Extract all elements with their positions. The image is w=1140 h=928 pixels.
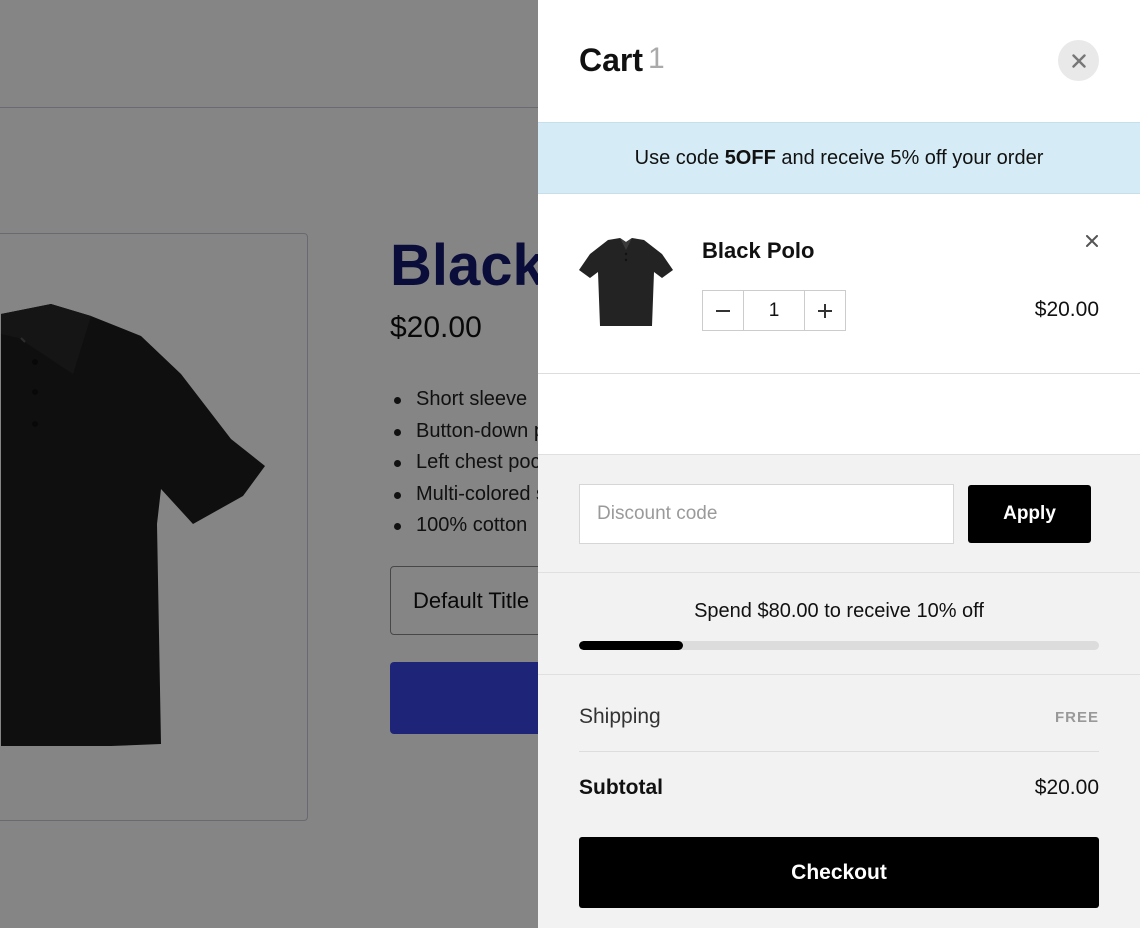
minus-icon <box>716 309 730 312</box>
apply-discount-button[interactable]: Apply <box>968 485 1091 543</box>
discount-code-input[interactable] <box>579 484 954 544</box>
discount-progress-message: Spend $80.00 to receive 10% off <box>694 600 984 622</box>
cart-header: Cart 1 <box>538 0 1140 122</box>
divider <box>579 751 1099 752</box>
close-icon <box>1071 53 1086 68</box>
discount-progress-fill <box>579 641 683 650</box>
close-cart-button[interactable] <box>1058 40 1099 81</box>
promo-text-prefix: Use code <box>634 147 725 169</box>
shipping-label: Shipping <box>579 705 661 728</box>
divider <box>538 674 1140 675</box>
checkout-button[interactable]: Checkout <box>579 837 1099 908</box>
cart-footer: Apply Spend $80.00 to receive 10% off Sh… <box>538 454 1140 928</box>
quantity-value[interactable]: 1 <box>743 291 805 330</box>
cart-count: 1 <box>648 42 665 75</box>
page-overlay[interactable] <box>0 0 538 928</box>
quantity-stepper: 1 <box>702 290 846 331</box>
item-price: $20.00 <box>1034 298 1099 321</box>
cart-line-item: Black Polo 1 $20.00 <box>538 194 1140 374</box>
subtotal-value: $20.00 <box>1034 776 1099 799</box>
promo-banner: Use code 5OFF and receive 5% off your or… <box>538 122 1140 194</box>
remove-item-button[interactable] <box>1082 231 1102 251</box>
shipping-value: FREE <box>1054 709 1099 726</box>
increase-quantity-button[interactable] <box>805 291 845 330</box>
plus-icon <box>818 303 832 318</box>
product-thumbnail <box>579 238 673 326</box>
subtotal-label: Subtotal <box>579 776 663 799</box>
item-name: Black Polo <box>702 238 815 263</box>
promo-text-suffix: and receive 5% off your order <box>775 147 1044 169</box>
cart-drawer: Cart 1 Use code 5OFF and receive 5% off … <box>538 0 1140 928</box>
promo-code: 5OFF <box>724 147 776 169</box>
discount-progress-bar <box>579 641 1099 650</box>
divider <box>538 572 1140 573</box>
decrease-quantity-button[interactable] <box>703 291 743 330</box>
remove-item-icon <box>1086 235 1098 247</box>
cart-title: Cart <box>579 42 644 78</box>
